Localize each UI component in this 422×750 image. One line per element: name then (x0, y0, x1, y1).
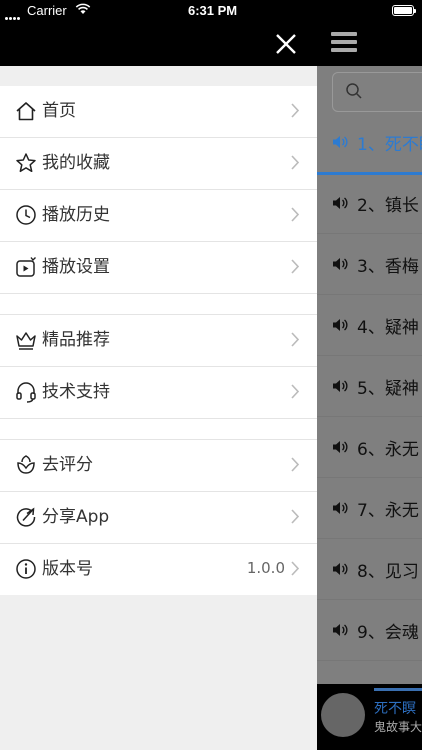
hamburger-menu-icon[interactable] (331, 32, 357, 52)
menu-item-home[interactable]: 首页 (0, 86, 317, 138)
status-bar: Carrier 6:31 PM (0, 0, 422, 22)
home-icon (16, 102, 36, 121)
menu-label: 精品推荐 (42, 330, 110, 350)
track-title: 7、永无 (357, 501, 419, 521)
mini-player[interactable]: 死不瞑 鬼故事大 (317, 684, 422, 750)
track-row[interactable]: 8、见习 (317, 539, 422, 600)
flower-icon (17, 455, 35, 474)
signal-icon (5, 9, 25, 20)
track-row[interactable]: 4、疑神 (317, 295, 422, 356)
track-row[interactable]: 2、镇长 (317, 173, 422, 234)
section-spacer (0, 419, 317, 440)
menu-label: 首页 (42, 101, 76, 121)
share-icon (16, 507, 36, 527)
track-row[interactable]: 9、会魂 (317, 600, 422, 661)
clock-time: 6:31 PM (188, 3, 238, 18)
track-row[interactable]: 5、疑神 (317, 356, 422, 417)
chevron-right-icon (291, 103, 299, 118)
carrier-label: Carrier (27, 3, 67, 18)
track-title: 4、疑神 (357, 318, 419, 338)
search-icon (346, 83, 362, 99)
menu-label: 播放历史 (42, 205, 110, 225)
speaker-icon (333, 624, 348, 636)
track-row[interactable]: 1、死不瞑 (317, 112, 422, 175)
track-row[interactable]: 7、永无 (317, 478, 422, 539)
star-icon (16, 153, 36, 173)
close-icon[interactable] (270, 28, 302, 60)
track-row[interactable]: 3、香梅 (317, 234, 422, 295)
speaker-icon (333, 502, 348, 514)
progress-bar (374, 688, 422, 691)
version-value: 1.0.0 (246, 559, 285, 577)
speaker-icon (333, 441, 348, 453)
speaker-icon (333, 197, 348, 209)
player-subtitle: 鬼故事大 (374, 720, 422, 734)
chevron-right-icon (291, 332, 299, 347)
play-settings-icon (16, 257, 36, 277)
wifi-icon (75, 3, 91, 14)
headset-icon (16, 382, 36, 403)
menu-label: 技术支持 (42, 382, 110, 402)
album-art (321, 693, 365, 737)
menu-label: 我的收藏 (42, 153, 110, 173)
speaker-icon (333, 136, 348, 148)
battery-icon (392, 5, 416, 16)
menu-label: 分享App (42, 507, 110, 527)
track-title: 5、疑神 (357, 379, 419, 399)
menu-label: 去评分 (42, 455, 93, 475)
speaker-icon (333, 258, 348, 270)
speaker-icon (333, 380, 348, 392)
chevron-right-icon (291, 457, 299, 472)
track-title: 2、镇长 (357, 196, 419, 216)
track-list-screen: 1、死不瞑 2、镇长 3、香梅 4、疑神 5、疑神 6、永无 7、永无 8、见习 9、会魂 死不… (317, 0, 422, 750)
crown-icon (16, 332, 36, 350)
chevron-right-icon (291, 207, 299, 222)
menu-item-favorites[interactable]: 我的收藏 (0, 138, 317, 190)
track-title: 6、永无 (357, 440, 419, 460)
menu-item-history[interactable]: 播放历史 (0, 190, 317, 242)
search-input[interactable] (332, 72, 422, 112)
track-title: 8、见习 (357, 562, 419, 582)
track-row[interactable]: 6、永无 (317, 417, 422, 478)
track-title: 9、会魂 (357, 623, 419, 643)
menu-item-rate[interactable]: 去评分 (0, 440, 317, 492)
chevron-right-icon (291, 384, 299, 399)
menu-item-share[interactable]: 分享App (0, 492, 317, 544)
chevron-right-icon (291, 259, 299, 274)
section-spacer (0, 294, 317, 315)
drawer-menu: 首页 我的收藏 播放历史 播放设置 精品推荐 技术支持 去评分 分享App 版本… (0, 86, 317, 595)
side-drawer: 首页 我的收藏 播放历史 播放设置 精品推荐 技术支持 去评分 分享App 版本… (0, 0, 317, 750)
track-title: 1、死不瞑 (357, 135, 422, 155)
menu-item-recommend[interactable]: 精品推荐 (0, 315, 317, 367)
speaker-icon (333, 319, 348, 331)
menu-item-play-settings[interactable]: 播放设置 (0, 242, 317, 294)
menu-item-version[interactable]: 版本号 1.0.0 (0, 544, 317, 595)
chevron-right-icon (291, 561, 299, 576)
speaker-icon (333, 563, 348, 575)
menu-item-support[interactable]: 技术支持 (0, 367, 317, 419)
menu-label: 播放设置 (42, 257, 110, 277)
info-icon (16, 559, 36, 579)
track-title: 3、香梅 (357, 257, 419, 277)
chevron-right-icon (291, 509, 299, 524)
menu-label: 版本号 (42, 559, 93, 579)
player-title: 死不瞑 (374, 701, 416, 717)
chevron-right-icon (291, 155, 299, 170)
clock-icon (16, 205, 36, 225)
